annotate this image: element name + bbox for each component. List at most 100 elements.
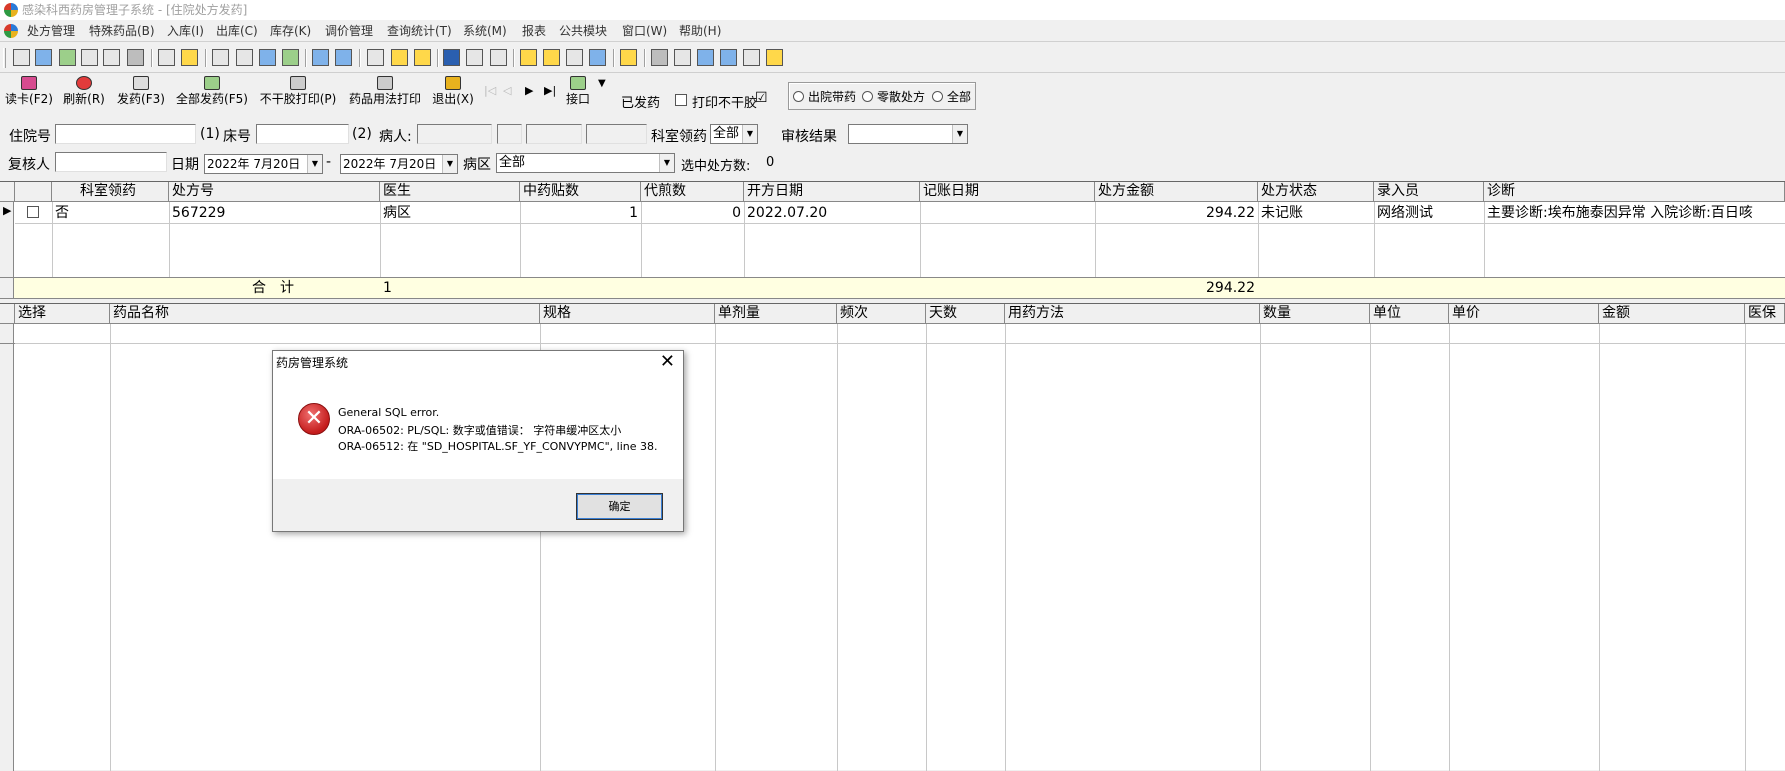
grid1-header-rx-no[interactable]: 处方号 bbox=[169, 182, 380, 202]
copy-icon[interactable] bbox=[81, 49, 98, 66]
menu-help[interactable]: 帮助(H) bbox=[679, 20, 721, 42]
interface-button[interactable]: 接口 bbox=[563, 76, 593, 114]
menu-system[interactable]: 系统(M) bbox=[463, 20, 507, 42]
prev-record-icon[interactable]: ◁ bbox=[503, 84, 511, 97]
chevron-down-icon[interactable]: ▼ bbox=[442, 155, 457, 173]
refresh-button[interactable]: 刷新(R) bbox=[62, 76, 106, 114]
ward-select[interactable]: 全部 ▼ bbox=[496, 153, 675, 173]
reviewer-input[interactable] bbox=[55, 152, 167, 172]
thermometer-icon[interactable] bbox=[543, 49, 560, 66]
calculator-icon[interactable] bbox=[367, 49, 384, 66]
read-card-button[interactable]: 读卡(F2) bbox=[4, 76, 54, 114]
menu-query-stats[interactable]: 查询统计(T) bbox=[387, 20, 452, 42]
grid1-header-herbal-count[interactable]: 中药贴数 bbox=[520, 182, 641, 202]
menu-rx-manage[interactable]: 处方管理 bbox=[27, 20, 75, 42]
menu-reports[interactable]: 报表 bbox=[522, 20, 546, 42]
chevron-down-icon[interactable]: ▼ bbox=[307, 155, 322, 173]
print-no-dry-checkbox[interactable] bbox=[675, 94, 687, 106]
open-folder-icon[interactable] bbox=[620, 49, 637, 66]
exit-button[interactable]: 退出(X) bbox=[429, 76, 477, 114]
grid1-header-decoct-count[interactable]: 代煎数 bbox=[641, 182, 744, 202]
export-icon[interactable] bbox=[766, 49, 783, 66]
cascade-icon[interactable] bbox=[720, 49, 737, 66]
grid1-header-bill-date[interactable]: 记账日期 bbox=[920, 182, 1095, 202]
bottle-icon[interactable] bbox=[35, 49, 52, 66]
ok-button[interactable]: 确定 bbox=[576, 493, 663, 520]
image-icon[interactable] bbox=[335, 49, 352, 66]
inpatient-no-input[interactable] bbox=[55, 124, 196, 144]
zoom-icon[interactable] bbox=[566, 49, 583, 66]
grid2-header-spec[interactable]: 规格 bbox=[540, 304, 715, 324]
grid2-header-frequency[interactable]: 频次 bbox=[837, 304, 926, 324]
grid2-header-select[interactable]: 选择 bbox=[15, 304, 110, 324]
save-icon[interactable] bbox=[259, 49, 276, 66]
grid2-header-days[interactable]: 天数 bbox=[926, 304, 1005, 324]
grid1-header-open-date[interactable]: 开方日期 bbox=[744, 182, 920, 202]
grid1-header-entered-by[interactable]: 录入员 bbox=[1374, 182, 1484, 202]
user-transfer-icon[interactable] bbox=[490, 49, 507, 66]
chevron-down-icon[interactable]: ▼ bbox=[659, 154, 674, 172]
check-form-icon[interactable] bbox=[59, 49, 76, 66]
grid2-header-unit[interactable]: 单位 bbox=[1370, 304, 1449, 324]
print-icon[interactable] bbox=[158, 49, 175, 66]
menu-public-modules[interactable]: 公共模块 bbox=[559, 20, 607, 42]
radio-discharge-meds[interactable] bbox=[793, 91, 804, 102]
row-select-checkbox[interactable] bbox=[27, 206, 39, 218]
menu-stock-out[interactable]: 出库(C) bbox=[216, 20, 258, 42]
print-label-button[interactable]: 不干胶打印(P) bbox=[258, 76, 338, 114]
dispense-all-button[interactable]: 全部发药(F5) bbox=[175, 76, 249, 114]
menu-stock-in[interactable]: 入库(I) bbox=[167, 20, 204, 42]
dept-collect-select[interactable]: 全部 ▼ bbox=[710, 124, 758, 144]
grid2-header-quantity[interactable]: 数量 bbox=[1260, 304, 1370, 324]
approve-icon[interactable] bbox=[282, 49, 299, 66]
binoculars-icon[interactable] bbox=[103, 49, 120, 66]
split-window-icon[interactable] bbox=[697, 49, 714, 66]
folder-icon[interactable] bbox=[520, 49, 537, 66]
toolbar-grip[interactable] bbox=[3, 48, 6, 68]
chevron-down-icon[interactable]: ▼ bbox=[952, 125, 967, 143]
print-no-dry-check-icon[interactable]: ☑ bbox=[755, 90, 768, 106]
grid1-header-amount[interactable]: 处方金额 bbox=[1095, 182, 1258, 202]
date-to-picker[interactable]: 2022年 7月20日 ▼ bbox=[340, 154, 458, 174]
grid1-header-dept-collect[interactable]: 科室领药 bbox=[52, 182, 169, 202]
trash-icon[interactable] bbox=[443, 49, 460, 66]
next-record-icon[interactable]: ▶ bbox=[525, 84, 533, 97]
first-record-icon[interactable]: |◁ bbox=[484, 84, 496, 97]
date-from-picker[interactable]: 2022年 7月20日 ▼ bbox=[204, 154, 323, 174]
bed-no-input[interactable] bbox=[256, 124, 349, 144]
window-icon[interactable] bbox=[589, 49, 606, 66]
radio-all[interactable] bbox=[932, 91, 943, 102]
review-result-select[interactable]: ▼ bbox=[848, 124, 968, 144]
close-icon[interactable]: ✕ bbox=[660, 352, 675, 372]
preview-icon[interactable] bbox=[13, 49, 30, 66]
tick-list-icon[interactable] bbox=[743, 49, 760, 66]
menu-special-drugs[interactable]: 特殊药品(B) bbox=[89, 20, 155, 42]
grid2-header-drug-name[interactable]: 药品名称 bbox=[110, 304, 540, 324]
dispensed-label[interactable]: 已发药 bbox=[621, 92, 660, 111]
grid2-header-unit-dose[interactable]: 单剂量 bbox=[715, 304, 837, 324]
bell-icon[interactable] bbox=[391, 49, 408, 66]
stop-icon[interactable] bbox=[651, 49, 668, 66]
note-icon[interactable] bbox=[414, 49, 431, 66]
edit-grid-icon[interactable] bbox=[312, 49, 329, 66]
grid2-header-usage[interactable]: 用药方法 bbox=[1005, 304, 1260, 324]
dispense-button[interactable]: 发药(F3) bbox=[115, 76, 167, 114]
transfer-icon[interactable] bbox=[466, 49, 483, 66]
search-icon[interactable] bbox=[674, 49, 691, 66]
menu-inventory[interactable]: 库存(K) bbox=[270, 20, 311, 42]
chevron-down-icon[interactable]: ▼ bbox=[742, 125, 757, 143]
dispense-icon[interactable] bbox=[127, 49, 144, 66]
radio-scattered-rx[interactable] bbox=[862, 91, 873, 102]
grid1-header-doctor[interactable]: 医生 bbox=[380, 182, 520, 202]
menu-price-adjust[interactable]: 调价管理 bbox=[325, 20, 373, 42]
document-icon[interactable] bbox=[212, 49, 229, 66]
last-record-icon[interactable]: ▶| bbox=[544, 84, 556, 97]
grid2-header-insurance[interactable]: 医保 bbox=[1745, 304, 1785, 324]
menu-window[interactable]: 窗口(W) bbox=[622, 20, 667, 42]
checklist-icon[interactable] bbox=[236, 49, 253, 66]
card-icon[interactable] bbox=[181, 49, 198, 66]
grid1-header-status[interactable]: 处方状态 bbox=[1258, 182, 1374, 202]
grid2-header-amount[interactable]: 金额 bbox=[1599, 304, 1745, 324]
print-usage-button[interactable]: 药品用法打印 bbox=[347, 76, 423, 114]
interface-dropdown-icon[interactable]: ▼ bbox=[598, 78, 606, 89]
